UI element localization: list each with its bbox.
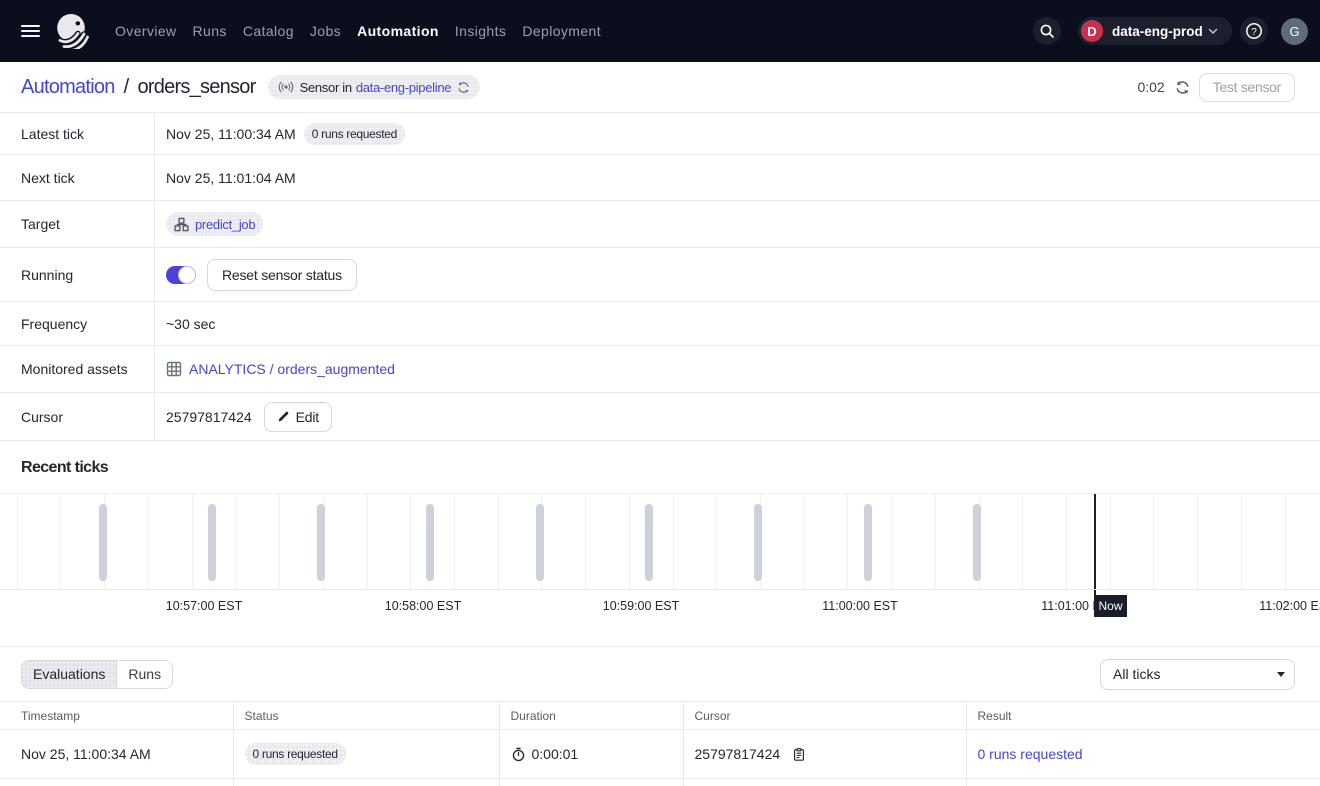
svg-text:?: ? <box>1251 27 1257 38</box>
